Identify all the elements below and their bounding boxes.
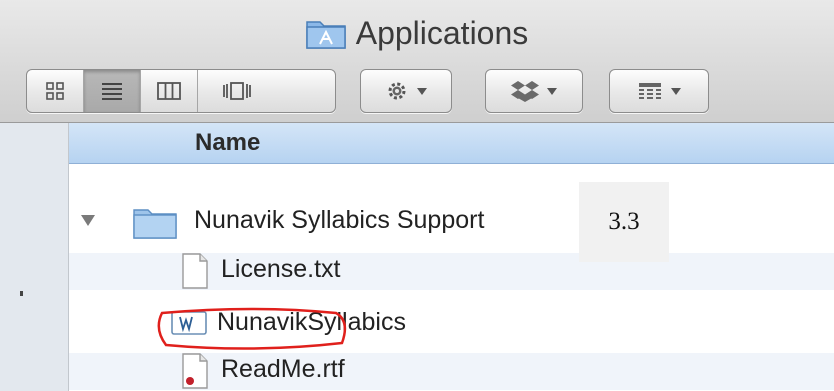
icon-view-icon xyxy=(46,82,64,100)
window-title: Applications xyxy=(355,14,529,51)
disclosure-triangle-icon[interactable] xyxy=(81,215,95,226)
dropbox-icon xyxy=(511,81,539,102)
sidebar-marker xyxy=(20,291,23,296)
list-view-button[interactable] xyxy=(84,70,141,112)
list-item[interactable]: License.txt xyxy=(69,253,834,290)
chevron-down-icon xyxy=(671,87,681,95)
cover-flow-icon xyxy=(223,82,251,100)
list-item-label: ReadMe.rtf xyxy=(221,355,345,383)
arrange-menu-button[interactable] xyxy=(609,69,709,113)
finder-titlebar: Applications xyxy=(0,0,834,123)
icon-view-button[interactable] xyxy=(27,70,84,112)
column-header-label: Name xyxy=(195,129,261,156)
rtf-document-icon xyxy=(182,353,208,389)
list-view-icon xyxy=(102,83,122,100)
gear-icon xyxy=(388,82,406,100)
highlight-outline xyxy=(157,307,347,350)
finder-sidebar xyxy=(0,123,69,391)
chevron-down-icon xyxy=(417,87,427,95)
list-item-label: License.txt xyxy=(221,255,341,283)
cover-flow-button[interactable] xyxy=(198,70,276,112)
list-item-label: Nunavik Syllabics Support xyxy=(194,206,485,234)
step-number-badge: 3.3 xyxy=(579,182,669,262)
applications-folder-icon xyxy=(305,21,346,49)
arrange-grid-icon xyxy=(639,83,661,99)
window-title-area: Applications xyxy=(0,8,834,58)
dropbox-menu-button[interactable] xyxy=(485,69,583,113)
view-mode-segmented-control xyxy=(26,69,336,113)
list-item[interactable]: Nunavik Syllabics Support xyxy=(69,202,834,239)
name-column-header[interactable]: Name xyxy=(69,123,834,164)
column-view-icon xyxy=(157,82,181,100)
text-document-icon xyxy=(182,253,208,289)
action-menu-button[interactable] xyxy=(360,69,452,113)
step-label: 3.3 xyxy=(608,208,640,235)
column-view-button[interactable] xyxy=(141,70,198,112)
list-item[interactable]: ReadMe.rtf xyxy=(69,353,834,390)
chevron-down-icon xyxy=(547,87,557,95)
folder-icon xyxy=(133,209,177,239)
finder-toolbar xyxy=(26,69,826,113)
